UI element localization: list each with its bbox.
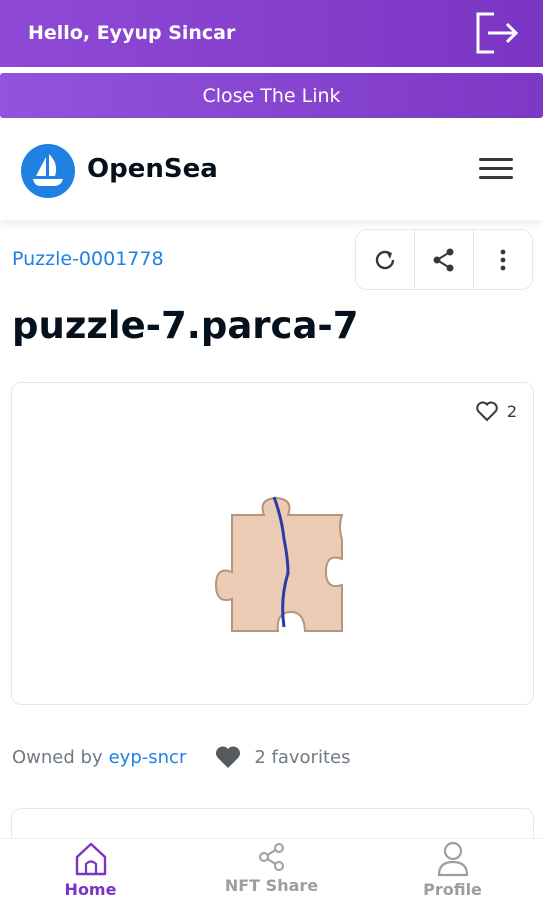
opensea-logo-icon[interactable] [21,144,75,198]
logout-button[interactable] [472,10,520,56]
home-icon [75,842,106,876]
nav-nft-share[interactable]: NFT Share [181,839,362,900]
share-button[interactable] [415,230,474,289]
share-icon [433,248,454,271]
app-header: Hello, Eyyup Sincar [0,0,543,67]
close-link-button[interactable]: Close The Link [0,73,543,118]
bottom-nav: Home NFT Share Profile [0,838,543,900]
more-options-button[interactable] [474,230,532,289]
nav-home-label: Home [64,880,117,899]
opensea-brand: OpenSea [87,154,218,184]
heart-filled-icon [216,746,241,768]
ship-icon [33,154,63,186]
more-vertical-icon [500,249,506,270]
opensea-header: OpenSea [0,118,543,220]
nav-profile[interactable]: Profile [362,839,543,900]
menu-button[interactable] [479,158,513,184]
favorites-count-text: 2 favorites [254,746,351,768]
owned-by-label: Owned by [12,746,103,768]
refresh-icon [375,250,395,269]
owner-link[interactable]: eyp-sncr [109,747,187,768]
menu-icon-line [479,176,513,179]
item-media-card: 2 [11,382,534,705]
share-icon [258,843,284,871]
nav-nft-share-label: NFT Share [224,876,319,895]
item-title: puzzle-7.parca-7 [12,304,359,347]
favorite-count: 2 [506,401,517,421]
refresh-button[interactable] [356,230,415,289]
nav-home[interactable]: Home [0,839,181,900]
collection-link[interactable]: Puzzle-0001778 [12,248,164,270]
puzzle-piece-image [214,496,344,632]
profile-icon [437,841,468,877]
menu-icon-line [479,158,513,161]
nav-profile-label: Profile [423,880,482,899]
logout-icon [476,12,519,54]
favorite-button[interactable]: 2 [475,400,517,422]
item-actions [355,229,533,290]
menu-icon-line [479,167,513,170]
greeting-text: Hello, Eyyup Sincar [28,22,236,44]
heart-outline-icon [476,401,498,422]
owner-row: Owned by eyp-sncr 2 favorites [12,744,350,770]
